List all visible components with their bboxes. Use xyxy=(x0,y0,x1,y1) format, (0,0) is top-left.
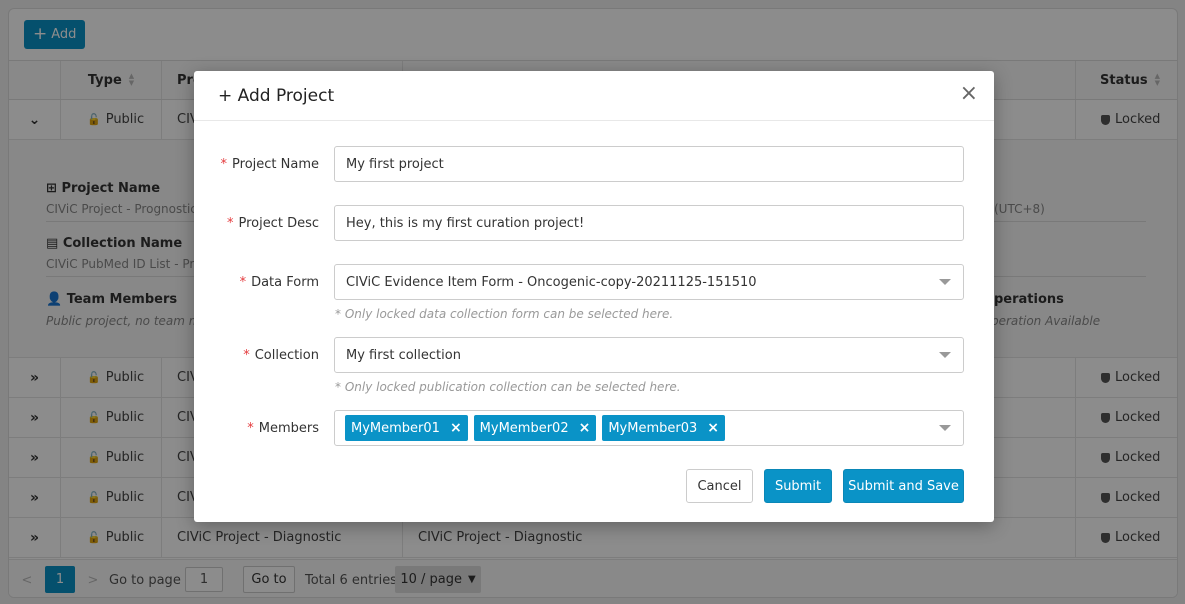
project-name-input[interactable]: My first project xyxy=(334,146,964,182)
members-label: * Members xyxy=(247,421,319,436)
collection-label: * Collection xyxy=(243,348,319,363)
data-form-label: * Data Form xyxy=(239,275,319,290)
chevron-down-icon xyxy=(939,352,951,358)
add-project-dialog: + Add Project × * Project Name My first p… xyxy=(194,71,994,522)
data-form-hint: * Only locked data collection form can b… xyxy=(335,307,674,321)
submit-button[interactable]: Submit xyxy=(764,469,832,503)
chevron-down-icon xyxy=(939,425,951,431)
dialog-title: + Add Project xyxy=(218,86,335,106)
collection-hint: * Only locked publication collection can… xyxy=(335,380,681,394)
chevron-down-icon xyxy=(939,279,951,285)
close-icon[interactable]: × xyxy=(707,420,719,436)
close-icon[interactable]: × xyxy=(579,420,591,436)
cancel-button[interactable]: Cancel xyxy=(686,469,753,503)
collection-select[interactable]: My first collection xyxy=(334,337,964,373)
project-desc-label: * Project Desc xyxy=(226,216,319,231)
data-form-select[interactable]: CIViC Evidence Item Form - Oncogenic-cop… xyxy=(334,264,964,300)
project-name-label: * Project Name xyxy=(220,157,319,172)
member-tag: MyMember03 × xyxy=(602,415,726,441)
close-icon[interactable]: × xyxy=(960,83,978,105)
dialog-header: + Add Project × xyxy=(194,71,994,121)
submit-and-save-button[interactable]: Submit and Save xyxy=(843,469,964,503)
member-tag: MyMember01 × xyxy=(345,415,468,441)
project-desc-input[interactable]: Hey, this is my first curation project! xyxy=(334,205,964,241)
members-multiselect[interactable]: MyMember01 × MyMember02 × MyMember03 × xyxy=(334,410,964,446)
member-tag: MyMember02 × xyxy=(473,415,597,441)
close-icon[interactable]: × xyxy=(450,420,462,436)
